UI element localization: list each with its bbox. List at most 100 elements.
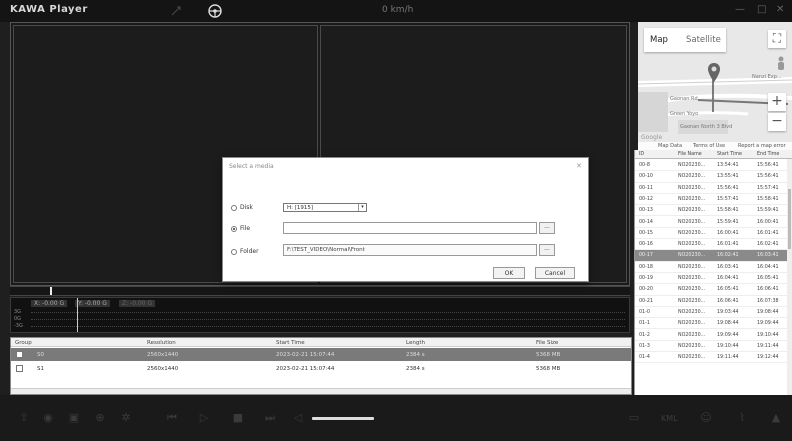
lock-icon[interactable]: ▲ xyxy=(770,412,782,424)
folder-path-input[interactable]: F:\TEST_VIDEO\Normal\Front xyxy=(283,244,537,256)
save-icon[interactable]: ▣ xyxy=(68,412,80,424)
list-cell-name: NO20230... xyxy=(678,321,706,327)
col-id[interactable]: ID xyxy=(639,152,644,157)
list-item[interactable]: 00-8 NO20230... 13:54:41 15:56:41 xyxy=(635,160,792,172)
google-logo: Google xyxy=(641,134,663,141)
fullscreen-icon[interactable]: ⛶ xyxy=(768,30,786,48)
list-item[interactable]: 00-11 NO20230... 15:56:41 15:57:41 xyxy=(635,183,792,194)
file-path-input[interactable] xyxy=(283,222,537,234)
list-cell-end: 16:06:41 xyxy=(757,287,779,293)
list-item[interactable]: 00-10 NO20230... 13:55:41 15:56:41 xyxy=(635,171,792,183)
col-start-time[interactable]: Start Time xyxy=(717,152,742,157)
col-start-time[interactable]: Start Time xyxy=(276,340,305,346)
window-icon[interactable]: ▭ xyxy=(628,412,640,424)
list-item[interactable]: 00-14 NO20230... 15:59:41 16:00:41 xyxy=(635,217,792,228)
list-item[interactable]: 01-0 NO20230... 19:03:44 19:08:44 xyxy=(635,307,792,319)
cancel-button[interactable]: Cancel xyxy=(535,267,575,279)
maximize-icon[interactable]: □ xyxy=(757,4,766,15)
timeline-bar[interactable] xyxy=(10,286,630,296)
stop-icon[interactable]: ■ xyxy=(232,412,244,424)
disk-label: Disk xyxy=(240,204,253,211)
volume-slider[interactable] xyxy=(312,417,374,420)
list-cell-end: 19:11:44 xyxy=(757,343,779,349)
list-item[interactable]: 00-21 NO20230... 16:06:41 16:07:38 xyxy=(635,296,792,307)
list-item[interactable]: 00-20 NO20230... 16:05:41 16:06:41 xyxy=(635,284,792,296)
list-cell-start: 16:06:41 xyxy=(717,298,739,304)
list-cell-name: NO20230... xyxy=(678,174,706,180)
cell-start-time: 2023-02-21 15:07:44 xyxy=(276,352,335,358)
map-panel[interactable]: Map Satellite ⛶ + − Nanzi Exp... Gaonan … xyxy=(638,22,792,150)
list-cell-name: NO20230... xyxy=(678,287,706,293)
table-row[interactable]: S1 2560x1440 2023-02-21 15:07:44 2384 s … xyxy=(11,362,631,375)
play-icon[interactable]: ▷ xyxy=(198,412,210,424)
antenna-icon xyxy=(171,6,181,16)
row-checkbox[interactable] xyxy=(16,351,23,358)
folder-browse-button[interactable]: ... xyxy=(539,244,555,256)
col-file-name[interactable]: File Name xyxy=(678,152,702,157)
zoom-in-button[interactable]: + xyxy=(768,93,786,111)
zoom-out-button[interactable]: − xyxy=(768,113,786,131)
volume-icon[interactable]: ◁ xyxy=(292,412,304,424)
ok-button[interactable]: OK xyxy=(493,267,525,279)
list-item[interactable]: 00-18 NO20230... 16:03:41 16:04:41 xyxy=(635,262,792,273)
dialog-close-icon[interactable]: ✕ xyxy=(576,162,582,170)
list-cell-name: NO20230... xyxy=(678,185,706,191)
cell-resolution: 2560x1440 xyxy=(147,352,179,358)
kml-button[interactable]: KML xyxy=(661,414,678,423)
list-cell-id: 00-10 xyxy=(639,174,653,180)
minimize-icon[interactable]: — xyxy=(735,4,745,15)
file-browse-button[interactable]: ... xyxy=(539,222,555,234)
col-resolution[interactable]: Resolution xyxy=(147,340,176,346)
vertical-scrollbar[interactable] xyxy=(787,159,792,395)
list-item[interactable]: 00-15 NO20230... 16:00:41 16:01:41 xyxy=(635,228,792,240)
graph-cursor[interactable] xyxy=(77,298,78,332)
list-cell-end: 16:05:41 xyxy=(757,276,779,281)
row-checkbox[interactable] xyxy=(16,365,23,372)
street-view-icon[interactable] xyxy=(776,56,786,72)
table-row[interactable]: S0 2560x1440 2023-02-21 15:07:44 2384 s … xyxy=(11,348,631,361)
previous-icon[interactable]: ⏮ xyxy=(166,412,178,424)
list-item[interactable]: 01-4 NO20230... 19:11:44 19:12:44 xyxy=(635,352,792,364)
list-item[interactable]: 00-12 NO20230... 15:57:41 15:58:41 xyxy=(635,194,792,206)
scrollbar-thumb[interactable] xyxy=(788,189,791,249)
col-end-time[interactable]: End Time xyxy=(757,152,779,157)
user-icon[interactable]: ☺ xyxy=(700,412,712,424)
list-cell-start: 16:02:41 xyxy=(717,253,739,259)
chart-icon[interactable]: ⌇ xyxy=(736,412,748,424)
terms-link[interactable]: Terms of Use xyxy=(693,143,725,149)
report-error-link[interactable]: Report a map error xyxy=(738,143,786,149)
disk-select[interactable]: H: [1915] ▾ xyxy=(283,203,367,212)
tab-satellite[interactable]: Satellite xyxy=(686,35,721,45)
settings-icon[interactable]: ✲ xyxy=(120,412,132,424)
list-cell-start: 19:03:44 xyxy=(717,309,739,315)
file-radio[interactable] xyxy=(231,226,237,232)
close-icon[interactable]: ✕ xyxy=(776,4,784,15)
col-group[interactable]: Group xyxy=(15,340,32,346)
list-cell-id: 00-15 xyxy=(639,230,653,236)
list-item[interactable]: 01-2 NO20230... 19:09:44 19:10:44 xyxy=(635,330,792,341)
col-file-size[interactable]: File Size xyxy=(536,340,558,346)
next-icon[interactable]: ⏭ xyxy=(264,412,276,424)
cell-group: S1 xyxy=(37,366,44,372)
col-length[interactable]: Length xyxy=(406,340,425,346)
list-item[interactable]: 00-16 NO20230... 16:01:41 16:02:41 xyxy=(635,239,792,251)
list-item[interactable]: 00-17 NO20230... 16:02:41 16:03:41 xyxy=(635,250,792,262)
upload-icon[interactable]: ⇪ xyxy=(18,412,30,424)
camera-icon[interactable]: ◉ xyxy=(42,412,54,424)
tab-map[interactable]: Map xyxy=(650,35,668,45)
list-item[interactable]: 00-19 NO20230... 16:04:41 16:05:41 xyxy=(635,273,792,285)
map-data-link[interactable]: Map Data xyxy=(658,143,682,149)
list-cell-name: NO20230... xyxy=(678,230,706,236)
list-item[interactable]: 00-13 NO20230... 15:58:41 15:59:41 xyxy=(635,205,792,217)
disk-radio[interactable] xyxy=(231,205,237,211)
steering-wheel-icon[interactable] xyxy=(207,3,223,19)
list-item[interactable]: 01-1 NO20230... 19:08:44 19:09:44 xyxy=(635,318,792,330)
search-icon[interactable]: ⊕ xyxy=(94,412,106,424)
list-cell-id: 00-19 xyxy=(639,276,653,281)
folder-radio[interactable] xyxy=(231,249,237,255)
timeline-marker[interactable] xyxy=(50,287,52,295)
list-cell-end: 16:01:41 xyxy=(757,230,779,236)
list-item[interactable]: 01-3 NO20230... 19:10:44 19:11:44 xyxy=(635,341,792,353)
horizontal-scrollbar[interactable] xyxy=(11,388,631,394)
chevron-down-icon[interactable]: ▾ xyxy=(358,204,366,211)
